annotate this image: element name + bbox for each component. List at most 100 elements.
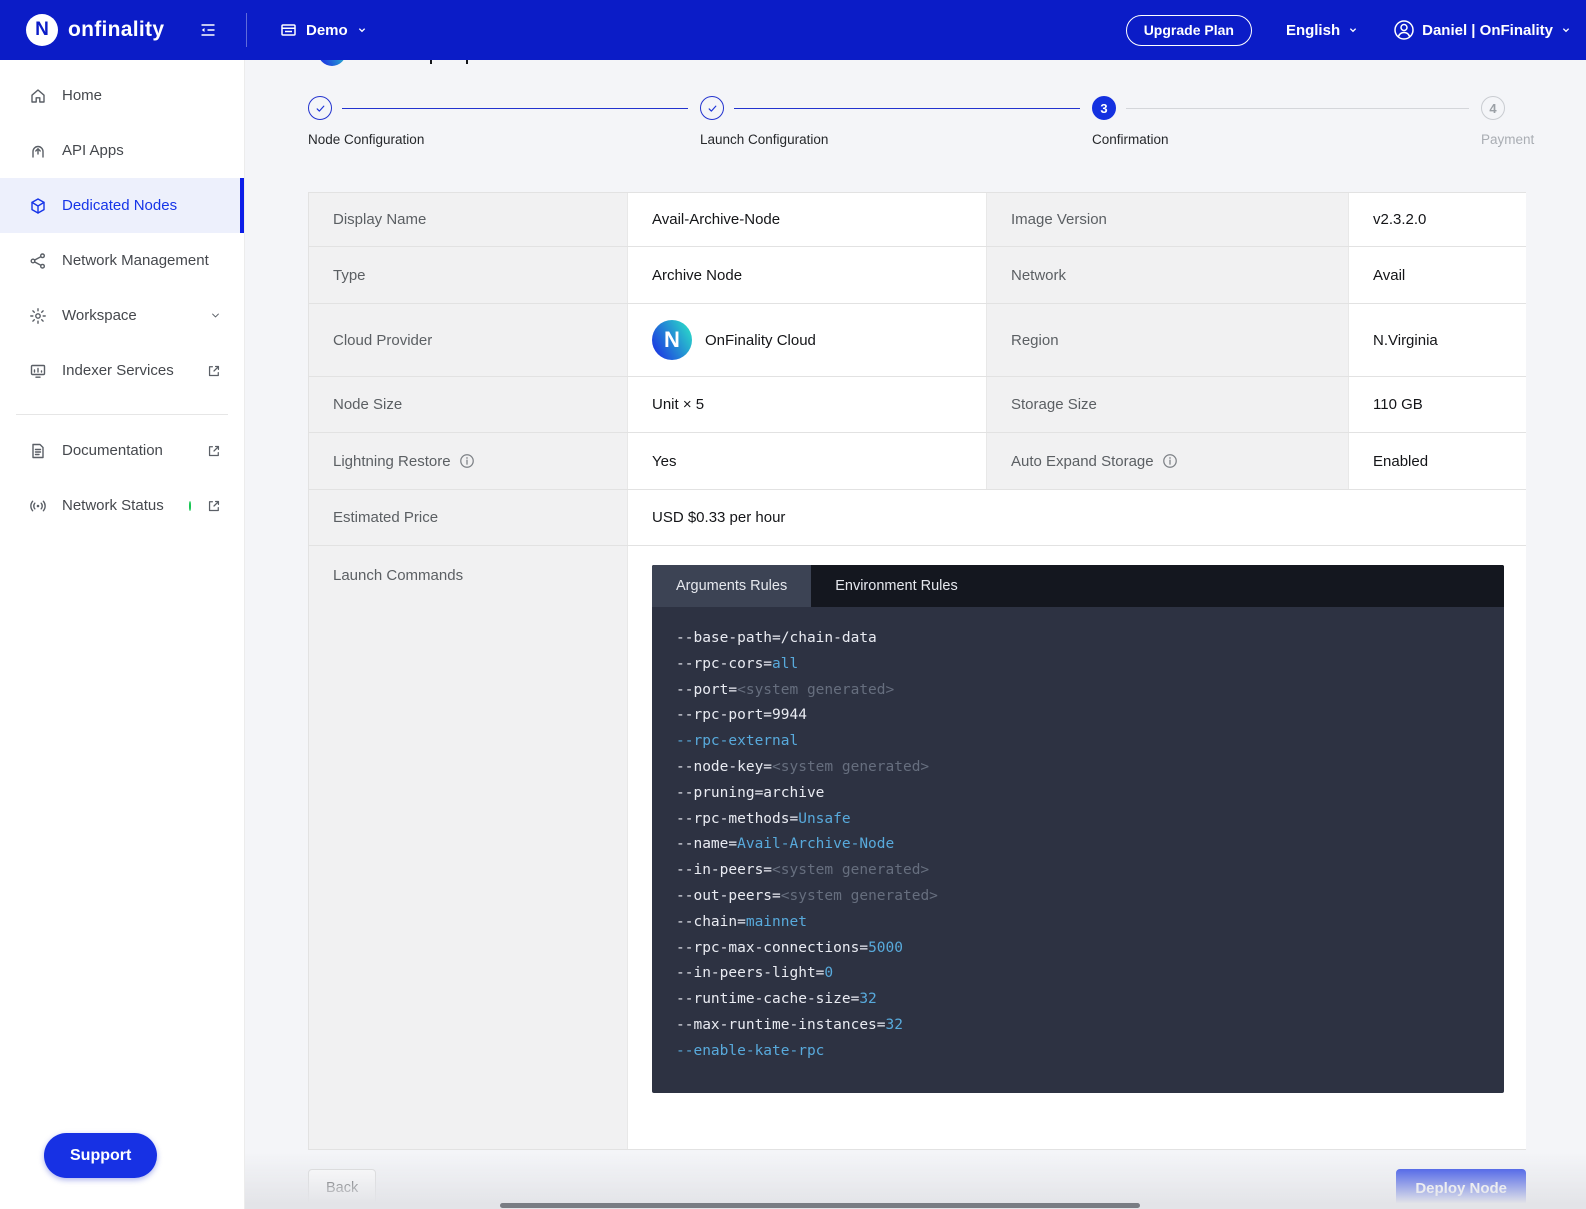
deploy-node-button[interactable]: Deploy Node (1396, 1169, 1526, 1208)
brand[interactable]: N onfinality (0, 14, 180, 46)
sidebar-item-network-management[interactable]: Network Management (0, 233, 244, 288)
launch-commands-panel: Arguments RulesEnvironment Rules --base-p… (652, 565, 1504, 1093)
sidebar-item-label: Dedicated Nodes (62, 197, 177, 214)
step-circle-1[interactable] (308, 96, 332, 120)
chevron-down-icon (209, 309, 222, 322)
sidebar-item-right (209, 309, 222, 322)
sidebar: Home API Apps Dedicated Nodes Network Manag… (0, 60, 245, 1209)
field-label-text: Display Name (333, 211, 426, 228)
field-label: Type (309, 247, 628, 303)
code-segment: <system generated> (737, 682, 894, 698)
field-label-text: Lightning Restore (333, 453, 451, 470)
workspace-icon (279, 21, 298, 40)
back-button[interactable]: Back (308, 1169, 376, 1207)
step-circle-3[interactable]: 3 (1092, 96, 1116, 120)
workspace-switcher[interactable]: Demo (279, 21, 368, 40)
upgrade-plan-button[interactable]: Upgrade Plan (1126, 15, 1252, 46)
cube-icon (29, 197, 47, 215)
sidebar-item-documentation[interactable]: Documentation (0, 423, 244, 478)
code-line: --in-peers-light=0 (676, 965, 1484, 991)
tab-environment-rules[interactable]: Environment Rules (811, 565, 982, 607)
code-segment: --in-peers-light= (676, 965, 824, 981)
code-segment: Unsafe (798, 811, 850, 827)
support-button[interactable]: Support (44, 1133, 157, 1178)
field-label-text: Launch Commands (333, 567, 463, 584)
table-row-launch-commands: Launch Commands Arguments RulesEnvironmen… (309, 545, 1525, 1149)
sidebar-item-dedicated-nodes[interactable]: Dedicated Nodes (0, 178, 244, 233)
field-value-text: 110 GB (1373, 396, 1423, 413)
sidebar-collapse-icon[interactable] (198, 20, 218, 40)
code-segment: --node-key= (676, 759, 772, 775)
field-value-text: Avail (1373, 267, 1405, 284)
launch-commands-cell: Arguments RulesEnvironment Rules --base-p… (628, 546, 1526, 1149)
table-row: Estimated PriceUSD $0.33 per hour (309, 489, 1525, 545)
sidebar-item-indexer-services[interactable]: Indexer Services (0, 343, 244, 398)
page-title-clipped (308, 60, 1526, 66)
field-value: Yes (628, 433, 987, 489)
table-row: Cloud ProviderNOnFinality CloudRegionN.V… (309, 303, 1525, 376)
stepper-connector (342, 108, 688, 109)
sidebar-item-home[interactable]: Home (0, 68, 244, 123)
code-segment: <system generated> (772, 862, 929, 878)
network-logo-icon (318, 60, 346, 66)
gear-icon (29, 307, 47, 325)
field-label-text: Region (1011, 332, 1059, 349)
field-label: Cloud Provider (309, 304, 628, 376)
app-window: N onfinality Demo Upgrade Plan English (0, 0, 1586, 1209)
code-line: --rpc-external (676, 733, 1484, 759)
sidebar-item-workspace[interactable]: Workspace (0, 288, 244, 343)
language-switcher[interactable]: English (1286, 22, 1359, 39)
bottom-scrollbar[interactable] (500, 1203, 1140, 1208)
stepper-connector (1126, 108, 1469, 109)
sidebar-item-label: API Apps (62, 142, 124, 159)
step-circle-4[interactable]: 4 (1481, 96, 1505, 120)
field-label-text: Auto Expand Storage (1011, 453, 1154, 470)
step-circle-2[interactable] (700, 96, 724, 120)
onfinality-logo-icon: N (26, 14, 58, 46)
field-value: Enabled (1349, 433, 1526, 489)
field-label: Network (987, 247, 1349, 303)
table-row: Display NameAvail-Archive-NodeImage Vers… (309, 193, 1525, 246)
field-value: Unit × 5 (628, 377, 987, 432)
tab-arguments-rules[interactable]: Arguments Rules (652, 565, 811, 607)
check-icon (705, 101, 720, 116)
sidebar-item-label: Documentation (62, 442, 163, 459)
user-menu[interactable]: Daniel | OnFinality (1393, 19, 1572, 41)
field-label: Auto Expand Storage (987, 433, 1349, 489)
info-icon[interactable] (459, 453, 475, 469)
home-icon (29, 87, 47, 105)
field-label-text: Type (333, 267, 366, 284)
code-segment: --rpc-cors= (676, 656, 772, 672)
code-segment: --enable-kate-rpc (676, 1043, 824, 1059)
field-label: Estimated Price (309, 490, 628, 545)
sidebar-item-network-status[interactable]: Network Status (0, 478, 244, 533)
info-icon[interactable] (1162, 453, 1178, 469)
code-line: --name=Avail-Archive-Node (676, 836, 1484, 862)
brand-name: onfinality (68, 18, 164, 42)
external-link-icon (206, 443, 222, 459)
chevron-down-icon (356, 24, 368, 36)
code-segment: --base-path=/chain-data (676, 630, 877, 646)
document-icon (29, 442, 47, 460)
deployment-stepper: Node ConfigurationLaunch Configuration3C… (308, 96, 1526, 184)
field-label-text: Storage Size (1011, 396, 1097, 413)
field-value-text: v2.3.2.0 (1373, 211, 1426, 228)
code-segment: --max-runtime-instances= (676, 1017, 886, 1033)
field-label: Region (987, 304, 1349, 376)
sidebar-item-api-apps[interactable]: API Apps (0, 123, 244, 178)
table-row: TypeArchive NodeNetworkAvail (309, 246, 1525, 303)
code-line: --rpc-max-connections=5000 (676, 940, 1484, 966)
code-segment: Avail-Archive-Node (737, 836, 894, 852)
step-label: Node Configuration (308, 132, 424, 147)
field-label: Image Version (987, 193, 1349, 246)
chevron-down-icon (1347, 24, 1359, 36)
field-label: Node Size (309, 377, 628, 432)
stepper-connector (734, 108, 1080, 109)
field-label-text: Node Size (333, 396, 402, 413)
table-row: Lightning Restore Yes Auto Expand Storage E… (309, 432, 1525, 489)
field-label-text: Estimated Price (333, 509, 438, 526)
code-segment: mainnet (746, 914, 807, 930)
workspace-name: Demo (306, 22, 348, 39)
sidebar-item-label: Home (62, 87, 102, 104)
field-value: NOnFinality Cloud (628, 304, 987, 376)
